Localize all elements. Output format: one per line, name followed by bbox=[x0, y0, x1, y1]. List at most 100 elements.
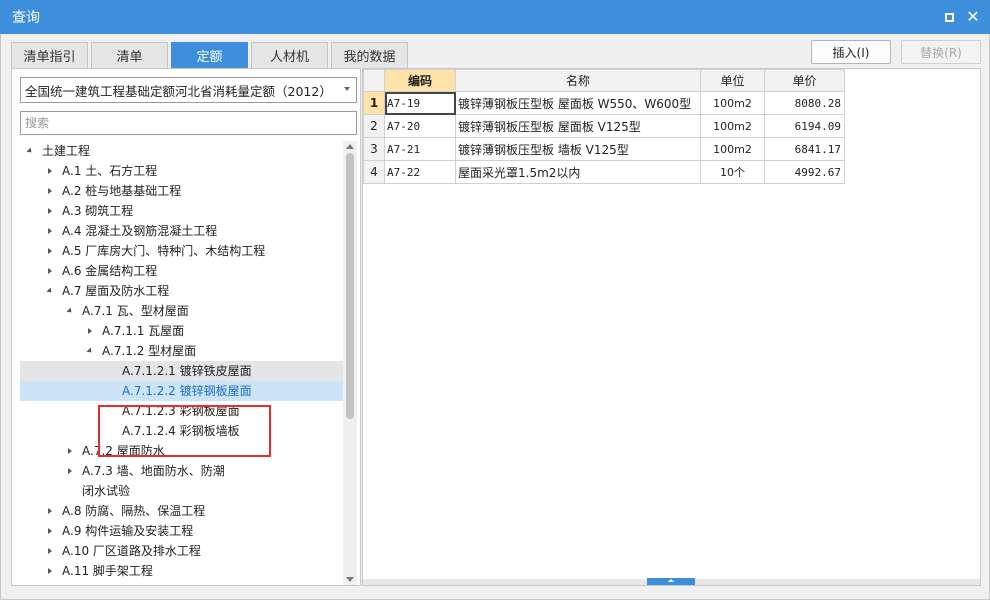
tab-my-data[interactable]: 我的数据 bbox=[331, 42, 408, 68]
collapsed-arrow-icon[interactable] bbox=[46, 241, 56, 261]
cell-code[interactable]: A7-21 bbox=[384, 137, 456, 161]
cell-name[interactable]: 镀锌薄钢板压型板 墙板 V125型 bbox=[455, 137, 701, 161]
tree-node[interactable]: A.7.3 墙、地面防水、防潮 bbox=[20, 461, 343, 481]
row-index[interactable]: 2 bbox=[363, 114, 385, 138]
tree-node-label: A.9 构件运输及安装工程 bbox=[62, 524, 194, 538]
collapsed-arrow-icon[interactable] bbox=[66, 441, 76, 461]
tree-node-label: A.10 厂区道路及排水工程 bbox=[62, 544, 201, 558]
tree-node-label: A.2 桩与地基基础工程 bbox=[62, 184, 182, 198]
collapsed-arrow-icon[interactable] bbox=[46, 201, 56, 221]
collapsed-arrow-icon[interactable] bbox=[46, 581, 56, 583]
table-row[interactable]: 3 A7-21 镀锌薄钢板压型板 墙板 V125型 100m2 6841.17 bbox=[363, 137, 845, 161]
table-row[interactable]: 1 A7-19 镀锌薄钢板压型板 屋面板 W550、W600型 100m2 8080.2… bbox=[363, 91, 845, 115]
cell-price[interactable]: 6841.17 bbox=[764, 137, 845, 161]
tree-node-label: A.7.1.2 型材屋面 bbox=[102, 344, 197, 358]
tree-node[interactable]: A.7.1.2.2 镀锌钢板屋面 bbox=[20, 381, 343, 401]
splitter-grip-icon[interactable] bbox=[647, 578, 695, 585]
col-header-price[interactable]: 单价 bbox=[764, 69, 845, 92]
cell-code[interactable]: A7-19 bbox=[384, 91, 456, 115]
tab-labor-material[interactable]: 人材机 bbox=[251, 42, 328, 68]
expanded-arrow-icon[interactable] bbox=[46, 281, 56, 301]
tree-node[interactable]: A.10 厂区道路及排水工程 bbox=[20, 541, 343, 561]
tree-node[interactable]: A.12 模板工程 bbox=[20, 581, 343, 583]
row-index[interactable]: 3 bbox=[363, 137, 385, 161]
tree-node-label: A.7.1.1 瓦屋面 bbox=[102, 324, 185, 338]
tree-node[interactable]: A.7.1.2.4 彩钢板墙板 bbox=[20, 421, 343, 441]
table-row[interactable]: 4 A7-22 屋面采光罩1.5m2以内 10个 4992.67 bbox=[363, 160, 845, 184]
cell-price[interactable]: 4992.67 bbox=[764, 160, 845, 184]
collapsed-arrow-icon[interactable] bbox=[66, 461, 76, 481]
cell-unit[interactable]: 10个 bbox=[700, 160, 765, 184]
tree-node[interactable]: A.9 构件运输及安装工程 bbox=[20, 521, 343, 541]
collapsed-arrow-icon[interactable] bbox=[46, 161, 56, 181]
collapsed-arrow-icon[interactable] bbox=[46, 221, 56, 241]
collapsed-arrow-icon[interactable] bbox=[46, 261, 56, 281]
tree-node[interactable]: A.7.1.2 型材屋面 bbox=[20, 341, 343, 361]
result-panel: 编码 名称 单位 单价 1 A7-19 镀锌薄钢板压型板 屋面板 W550、W600… bbox=[362, 68, 981, 586]
close-icon[interactable]: ✕ bbox=[965, 9, 981, 25]
chevron-down-icon bbox=[344, 87, 350, 91]
tree-node-label: A.7.1.2.1 镀锌铁皮屋面 bbox=[122, 364, 252, 378]
tree-scrollbar[interactable] bbox=[343, 141, 357, 585]
tree-node-label: A.5 厂库房大门、特种门、木结构工程 bbox=[62, 244, 266, 258]
tree-node-label: A.7.3 墙、地面防水、防潮 bbox=[82, 464, 225, 478]
tree-node[interactable]: A.5 厂库房大门、特种门、木结构工程 bbox=[20, 241, 343, 261]
cell-code[interactable]: A7-20 bbox=[384, 114, 456, 138]
tree-node[interactable]: A.7.2 屋面防水 bbox=[20, 441, 343, 461]
expanded-arrow-icon[interactable] bbox=[26, 141, 36, 161]
maximize-icon[interactable] bbox=[941, 9, 957, 25]
collapsed-arrow-icon[interactable] bbox=[46, 541, 56, 561]
tree-node[interactable]: 土建工程 bbox=[20, 141, 343, 161]
col-header-name[interactable]: 名称 bbox=[455, 69, 701, 92]
expanded-arrow-icon[interactable] bbox=[86, 341, 96, 361]
row-index[interactable]: 1 bbox=[363, 91, 385, 115]
cell-name[interactable]: 镀锌薄钢板压型板 屋面板 V125型 bbox=[455, 114, 701, 138]
collapsed-arrow-icon[interactable] bbox=[46, 181, 56, 201]
tree-node-label: A.11 脚手架工程 bbox=[62, 564, 153, 578]
library-select[interactable]: 全国统一建筑工程基础定额河北省消耗量定额（2012） bbox=[20, 77, 357, 103]
cell-unit[interactable]: 100m2 bbox=[700, 114, 765, 138]
col-header-code[interactable]: 编码 bbox=[384, 69, 456, 92]
cell-name[interactable]: 镀锌薄钢板压型板 屋面板 W550、W600型 bbox=[455, 91, 701, 115]
tab-quota[interactable]: 定额 bbox=[171, 42, 248, 68]
tab-guide[interactable]: 清单指引 bbox=[11, 42, 88, 68]
scroll-up-icon[interactable] bbox=[346, 144, 354, 149]
quota-table: 编码 名称 单位 单价 1 A7-19 镀锌薄钢板压型板 屋面板 W550、W600… bbox=[363, 69, 845, 184]
cell-code[interactable]: A7-22 bbox=[384, 160, 456, 184]
collapsed-arrow-icon[interactable] bbox=[46, 501, 56, 521]
scroll-down-icon[interactable] bbox=[346, 577, 354, 582]
tree-node[interactable]: A.11 脚手架工程 bbox=[20, 561, 343, 581]
tree-node[interactable]: A.2 桩与地基基础工程 bbox=[20, 181, 343, 201]
tree-node[interactable]: A.6 金属结构工程 bbox=[20, 261, 343, 281]
tree-node[interactable]: 闭水试验 bbox=[20, 481, 343, 501]
cell-name[interactable]: 屋面采光罩1.5m2以内 bbox=[455, 160, 701, 184]
insert-button[interactable]: 插入(I) bbox=[811, 40, 891, 64]
cell-unit[interactable]: 100m2 bbox=[700, 91, 765, 115]
tree-node[interactable]: A.7 屋面及防水工程 bbox=[20, 281, 343, 301]
col-header-unit[interactable]: 单位 bbox=[700, 69, 765, 92]
tree-node-label: A.8 防腐、隔热、保温工程 bbox=[62, 504, 206, 518]
collapsed-arrow-icon[interactable] bbox=[86, 321, 96, 341]
tree-node[interactable]: A.3 砌筑工程 bbox=[20, 201, 343, 221]
tree-node[interactable]: A.8 防腐、隔热、保温工程 bbox=[20, 501, 343, 521]
tree-node[interactable]: A.7.1.2.1 镀锌铁皮屋面 bbox=[20, 361, 343, 381]
cell-unit[interactable]: 100m2 bbox=[700, 137, 765, 161]
cell-price[interactable]: 8080.28 bbox=[764, 91, 845, 115]
tree-node[interactable]: A.7.1 瓦、型材屋面 bbox=[20, 301, 343, 321]
tree-node[interactable]: A.1 土、石方工程 bbox=[20, 161, 343, 181]
tree-node[interactable]: A.4 混凝土及钢筋混凝土工程 bbox=[20, 221, 343, 241]
bottom-splitter[interactable] bbox=[363, 578, 980, 585]
collapsed-arrow-icon[interactable] bbox=[46, 561, 56, 581]
replace-button[interactable]: 替换(R) bbox=[901, 40, 981, 64]
table-row[interactable]: 2 A7-20 镀锌薄钢板压型板 屋面板 V125型 100m2 6194.09 bbox=[363, 114, 845, 138]
scroll-thumb[interactable] bbox=[346, 153, 354, 419]
tree-node[interactable]: A.7.1.2.3 彩钢板屋面 bbox=[20, 401, 343, 421]
tree-node[interactable]: A.7.1.1 瓦屋面 bbox=[20, 321, 343, 341]
collapsed-arrow-icon[interactable] bbox=[46, 521, 56, 541]
cell-price[interactable]: 6194.09 bbox=[764, 114, 845, 138]
tree-node-label: A.4 混凝土及钢筋混凝土工程 bbox=[62, 224, 218, 238]
expanded-arrow-icon[interactable] bbox=[66, 301, 76, 321]
search-input[interactable] bbox=[20, 111, 357, 135]
tab-list[interactable]: 清单 bbox=[91, 42, 168, 68]
row-index[interactable]: 4 bbox=[363, 160, 385, 184]
